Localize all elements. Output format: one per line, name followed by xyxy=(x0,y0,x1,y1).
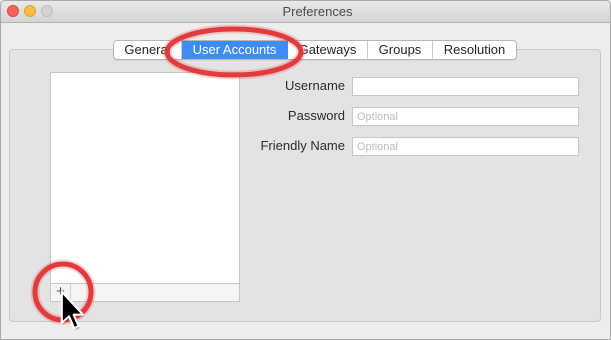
tab-general[interactable]: General xyxy=(114,41,182,59)
close-window-button[interactable] xyxy=(7,5,19,17)
tab-user-accounts[interactable]: User Accounts xyxy=(182,41,288,59)
add-user-button[interactable]: + xyxy=(51,284,71,301)
password-field[interactable] xyxy=(352,107,579,126)
tab-gateways[interactable]: Gateways xyxy=(288,41,368,59)
friendly-name-label: Friendly Name xyxy=(260,138,345,153)
user-accounts-list[interactable] xyxy=(50,72,240,284)
preferences-window: Preferences General User Accounts Gatewa… xyxy=(0,0,611,340)
tab-bar: General User Accounts Gateways Groups Re… xyxy=(113,40,517,60)
username-label: Username xyxy=(285,78,345,93)
password-label: Password xyxy=(287,108,345,123)
title-bar[interactable]: Preferences xyxy=(0,0,611,23)
plus-icon: + xyxy=(56,283,65,300)
tab-resolution[interactable]: Resolution xyxy=(433,41,516,59)
friendly-name-field[interactable] xyxy=(352,137,579,156)
window-title: Preferences xyxy=(282,4,353,19)
username-field[interactable] xyxy=(352,77,579,96)
user-accounts-list-footer: + xyxy=(50,283,240,302)
tab-groups[interactable]: Groups xyxy=(368,41,433,59)
